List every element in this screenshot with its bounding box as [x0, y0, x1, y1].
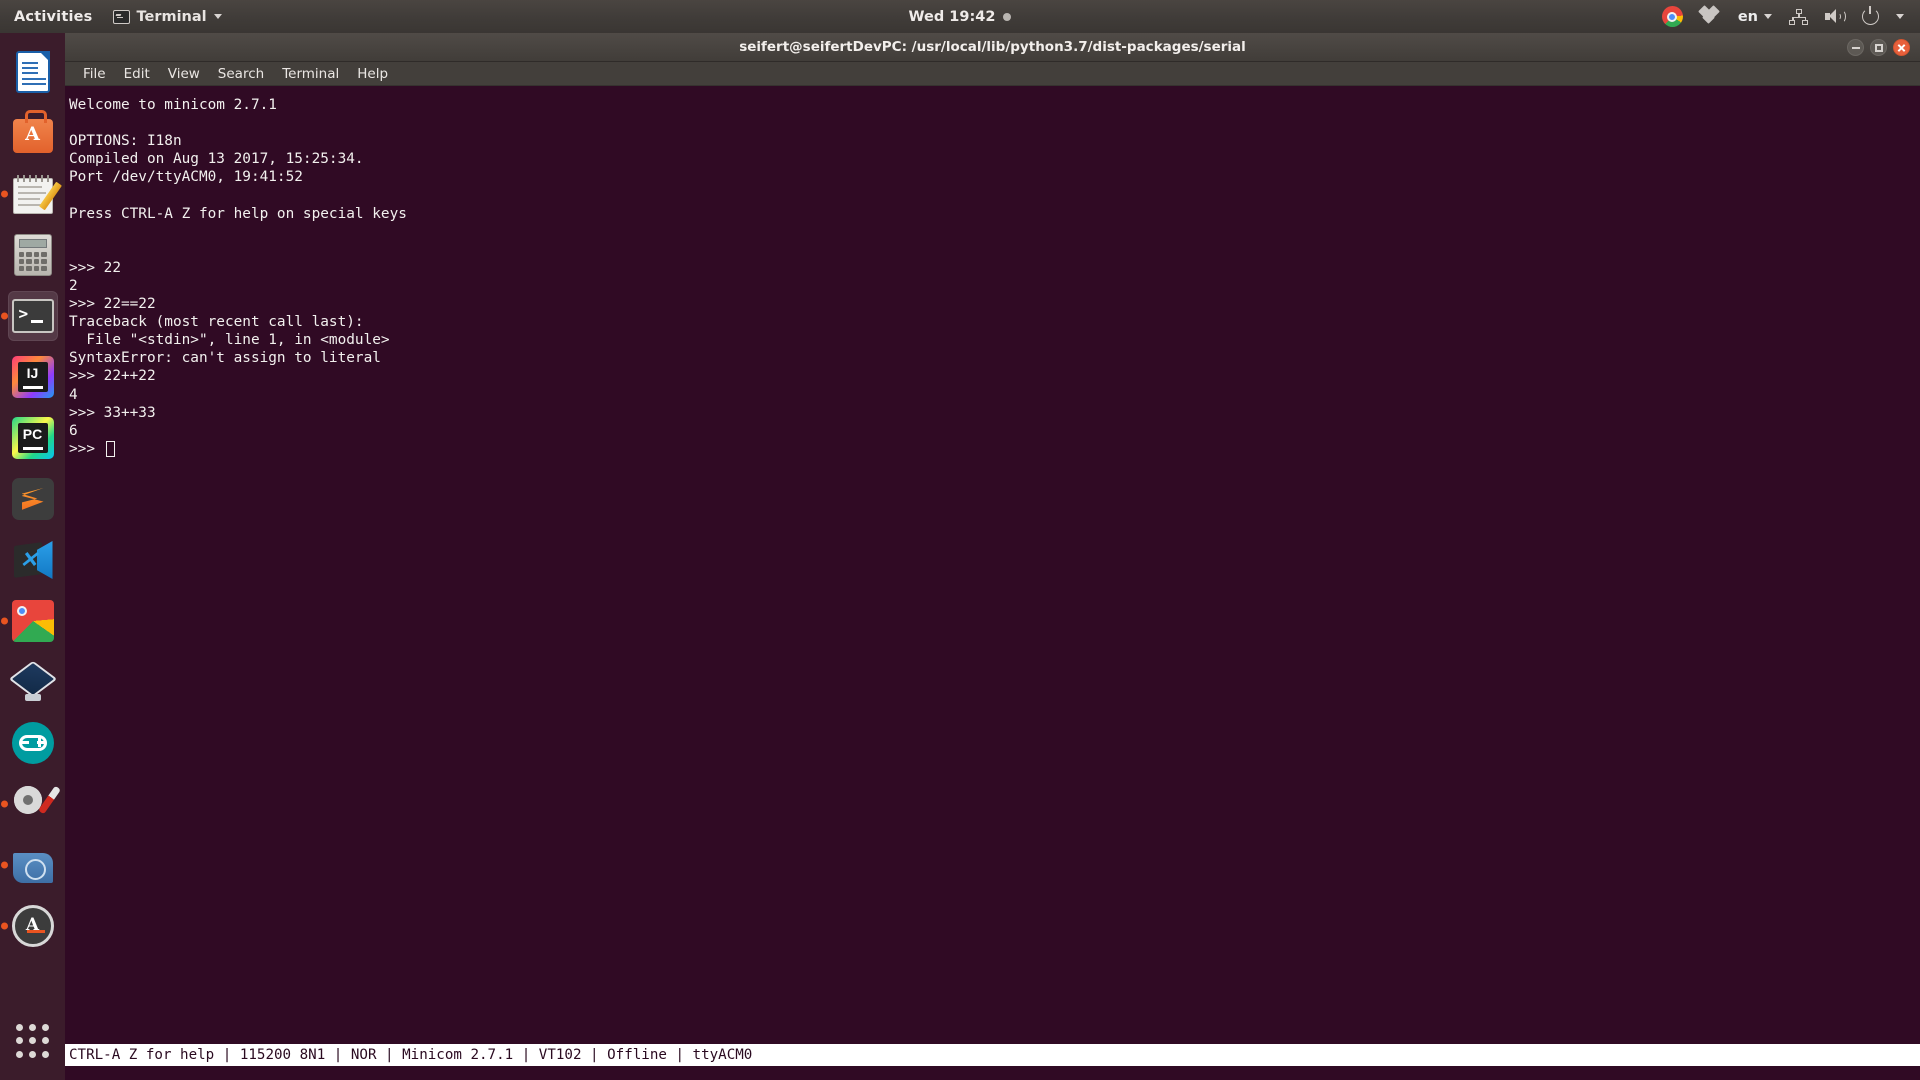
pycharm-icon: PC [12, 417, 54, 459]
running-indicator-dot [1, 618, 8, 625]
running-indicator-dot [1, 801, 8, 808]
menu-item-view[interactable]: View [159, 64, 209, 84]
dock-item-chrome[interactable] [8, 596, 58, 646]
dock-item-calculator[interactable] [8, 230, 58, 280]
window-titlebar[interactable]: seifert@seifertDevPC: /usr/local/lib/pyt… [65, 33, 1920, 62]
sublime-text-icon [12, 478, 54, 520]
dock-item-software-updater[interactable] [8, 901, 58, 951]
terminal-icon [113, 10, 130, 24]
clock-label: Wed 19:42 [909, 9, 996, 25]
terminal-icon [12, 299, 54, 333]
settings-tools-icon [12, 783, 54, 825]
network-icon[interactable] [1789, 9, 1808, 25]
top-bar: Activities Terminal Wed 19:42 en [0, 0, 1920, 33]
close-button[interactable] [1893, 39, 1910, 56]
dock-item-intellij-idea[interactable]: IJ [8, 352, 58, 402]
chrome-icon[interactable] [1662, 6, 1683, 27]
chevron-down-icon [214, 14, 222, 19]
ubuntu-software-icon [13, 119, 53, 153]
minicom-status-bar: CTRL-A Z for help | 115200 8N1 | NOR | M… [65, 1044, 1920, 1066]
menu-item-help[interactable]: Help [348, 64, 397, 84]
dock-item-arduino[interactable] [8, 718, 58, 768]
virtualbox-icon [12, 661, 54, 703]
calculator-icon [14, 234, 52, 276]
arduino-icon [12, 722, 54, 764]
power-icon[interactable] [1862, 8, 1879, 25]
running-indicator-dot [1, 191, 8, 198]
app-menu-label: Terminal [137, 9, 207, 25]
system-tray: en [1662, 6, 1920, 27]
maximize-button[interactable] [1870, 39, 1887, 56]
minimize-button[interactable] [1847, 39, 1864, 56]
running-indicator-dot [1, 862, 8, 869]
apps-grid-icon [16, 1024, 50, 1058]
intellij-idea-icon: IJ [12, 356, 54, 398]
menu-bar: File Edit View Search Terminal Help [65, 62, 1920, 86]
dock-item-terminal[interactable] [8, 291, 58, 341]
flag-icon [13, 853, 53, 883]
dock-item-sublime-text[interactable] [8, 474, 58, 524]
app-menu-button[interactable]: Terminal [107, 9, 228, 25]
dock: IJ PC ✕ [0, 33, 65, 1080]
text-editor-icon [13, 178, 53, 214]
volume-icon[interactable] [1825, 8, 1845, 25]
keyboard-layout-label: en [1738, 9, 1758, 25]
notification-dot-icon [1003, 13, 1011, 21]
keyboard-layout-indicator[interactable]: en [1738, 9, 1772, 25]
dock-item-libreoffice-writer[interactable] [8, 47, 58, 97]
menu-item-search[interactable]: Search [209, 64, 273, 84]
terminal-bottom-padding [65, 1066, 1920, 1080]
vscode-icon: ✕ [12, 539, 54, 581]
dock-item-virtualbox[interactable] [8, 657, 58, 707]
chevron-down-icon [1764, 14, 1772, 19]
dock-item-text-editor[interactable] [8, 169, 58, 219]
running-indicator-dot [1, 313, 8, 320]
terminal-window: seifert@seifertDevPC: /usr/local/lib/pyt… [65, 33, 1920, 1080]
dropbox-icon[interactable] [1700, 7, 1721, 26]
dock-item-ubuntu-software[interactable] [8, 108, 58, 158]
running-indicator-dot [1, 923, 8, 930]
terminal-output-area[interactable]: Welcome to minicom 2.7.1 OPTIONS: I18n C… [65, 86, 1920, 1044]
dock-item-vscode[interactable]: ✕ [8, 535, 58, 585]
dock-item-flag-app[interactable] [8, 840, 58, 890]
dock-item-settings-tools[interactable] [8, 779, 58, 829]
menu-item-file[interactable]: File [74, 64, 115, 84]
text-cursor [106, 441, 115, 457]
activities-button[interactable]: Activities [0, 9, 107, 25]
chevron-down-icon[interactable] [1896, 14, 1904, 19]
clock-button[interactable]: Wed 19:42 [850, 9, 1070, 25]
menu-item-edit[interactable]: Edit [115, 64, 159, 84]
status-bar-text: CTRL-A Z for help | 115200 8N1 | NOR | M… [69, 1047, 752, 1063]
terminal-text: Welcome to minicom 2.7.1 OPTIONS: I18n C… [69, 96, 1920, 458]
dock-item-pycharm[interactable]: PC [8, 413, 58, 463]
menu-item-terminal[interactable]: Terminal [273, 64, 348, 84]
libreoffice-writer-icon [16, 51, 50, 93]
show-applications-button[interactable] [8, 1016, 58, 1066]
window-title: seifert@seifertDevPC: /usr/local/lib/pyt… [739, 39, 1246, 55]
software-updater-icon [12, 905, 54, 947]
chrome-icon [12, 600, 54, 642]
window-controls [1847, 33, 1910, 62]
